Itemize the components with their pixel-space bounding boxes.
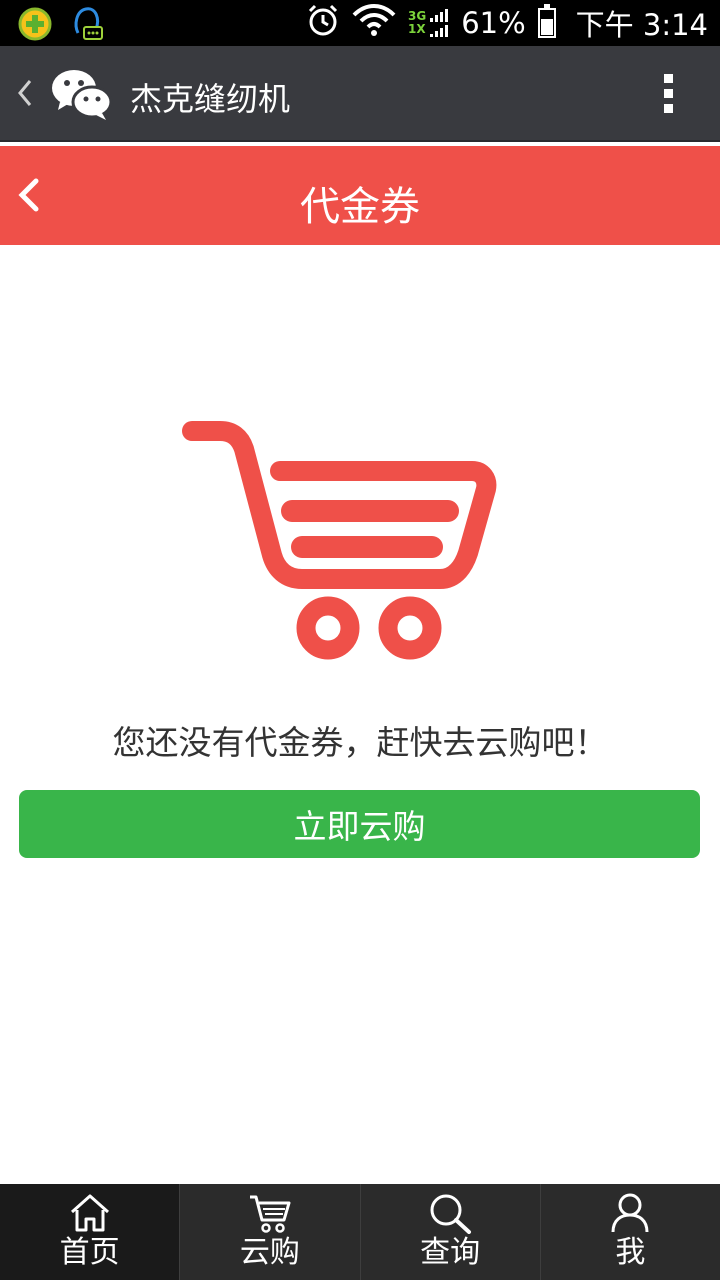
nav-label-query: 查询: [420, 1235, 481, 1270]
nav-label-me: 我: [615, 1235, 646, 1270]
nav-item-me[interactable]: 我: [539, 1184, 720, 1280]
page-title: 代金券: [300, 184, 420, 230]
signal-icon: 3G 1X: [408, 8, 449, 38]
network-type-top: 3G: [407, 9, 427, 23]
buy-now-button[interactable]: 立即云购: [19, 790, 700, 858]
app-360-icon: [18, 7, 52, 45]
qq-notification-icon: [70, 5, 104, 47]
nav-item-query[interactable]: 查询: [359, 1184, 540, 1280]
network-type-bottom: 1X: [407, 22, 426, 36]
nav-label-cloud-buy: 云购: [239, 1235, 300, 1270]
home-icon: [68, 1192, 112, 1234]
cart-icon: [247, 1192, 293, 1234]
chat-title: 杰克缝纫机: [130, 80, 291, 118]
clock: 下午 3:14: [575, 8, 708, 42]
battery-icon: [537, 4, 556, 38]
user-icon: [608, 1192, 652, 1234]
nav-item-home[interactable]: 首页: [0, 1184, 180, 1280]
status-bar: 3G 1X 61% 下午 3:14: [0, 0, 720, 46]
wechat-logo-icon: [50, 68, 114, 126]
shopping-cart-icon: [180, 415, 500, 669]
battery-fill: [540, 19, 553, 35]
empty-message: 您还没有代金券，赶快去云购吧！: [112, 723, 608, 762]
wechat-title-bar: 杰克缝纫机: [0, 46, 720, 142]
page-header: 代金券: [0, 146, 720, 245]
nav-label-home: 首页: [59, 1235, 120, 1270]
alarm-icon: [306, 3, 340, 44]
back-chevron-icon[interactable]: [16, 76, 34, 114]
search-icon: [427, 1192, 473, 1234]
bottom-nav: 首页 云购 查询 我: [0, 1184, 720, 1280]
more-vertical-icon[interactable]: [664, 74, 676, 119]
nav-item-cloud-buy[interactable]: 云购: [179, 1184, 359, 1280]
wifi-icon: [352, 3, 396, 44]
battery-percent: 61%: [461, 6, 526, 40]
